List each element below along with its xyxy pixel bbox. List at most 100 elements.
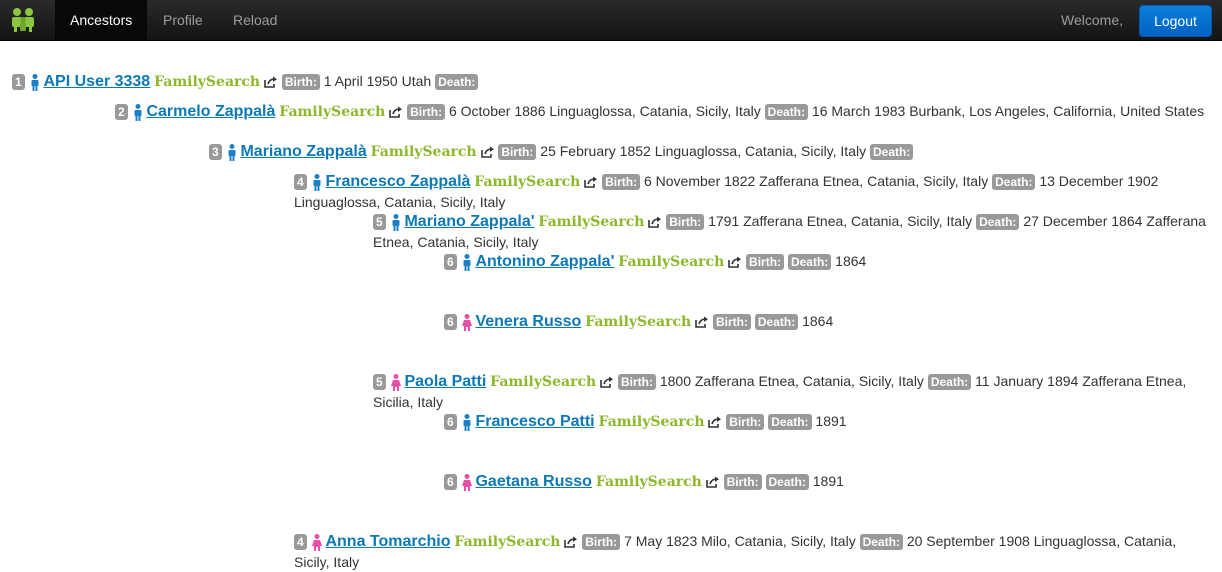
family-logo-icon[interactable] — [8, 6, 38, 32]
familysearch-link[interactable]: FamilySearch — [279, 104, 385, 120]
generation-badge: 4 — [294, 174, 307, 191]
generation-badge: 3 — [209, 144, 222, 161]
generation-badge: 1 — [12, 74, 25, 91]
death-label: Death: — [765, 474, 809, 491]
familysearch-link[interactable]: FamilySearch — [538, 214, 644, 230]
generation-badge: 4 — [294, 534, 307, 551]
birth-label: Birth: — [726, 414, 765, 431]
familysearch-link[interactable]: FamilySearch — [599, 414, 705, 430]
person-entry: 3 Mariano Zappalà FamilySearch Birth: 25… — [209, 141, 1215, 162]
death-info: 1891 — [812, 473, 844, 489]
death-label: Death: — [992, 174, 1036, 191]
external-link-icon[interactable] — [728, 256, 742, 269]
male-icon — [463, 253, 471, 271]
male-icon — [228, 143, 236, 161]
death-info: 1864 — [802, 313, 834, 329]
birth-info: 1 April 1950 Utah — [323, 73, 432, 89]
death-label: Death: — [870, 144, 914, 161]
birth-info: 6 October 1886 Linguaglossa, Catania, Si… — [448, 103, 761, 119]
external-link-icon[interactable] — [648, 216, 662, 229]
external-link-icon[interactable] — [600, 376, 614, 389]
person-entry: 1 API User 3338 FamilySearch Birth: 1 Ap… — [12, 71, 1215, 92]
male-icon — [392, 213, 400, 231]
person-name-link[interactable]: Mariano Zappala' — [404, 213, 534, 230]
person-name-link[interactable]: API User 3338 — [43, 73, 150, 90]
person-entry: 6 Antonino Zappala' FamilySearch Birth: … — [444, 251, 1215, 272]
birth-label: Birth: — [666, 214, 705, 231]
external-link-icon[interactable] — [695, 316, 709, 329]
death-info: 1891 — [815, 413, 847, 429]
familysearch-link[interactable]: FamilySearch — [154, 74, 260, 90]
male-icon — [31, 73, 39, 91]
death-label: Death: — [787, 254, 832, 271]
person-entry: 5 Paola Patti FamilySearch Birth: 1800 Z… — [373, 371, 1215, 412]
person-name-link[interactable]: Francesco Patti — [475, 413, 594, 430]
nav-reload[interactable]: Reload — [218, 0, 292, 40]
nav-ancestors[interactable]: Ancestors — [55, 0, 148, 40]
birth-label: Birth: — [498, 144, 537, 161]
person-entry: 6 Francesco Patti FamilySearch Birth: De… — [444, 411, 1215, 432]
female-icon — [390, 373, 401, 391]
familysearch-link[interactable]: FamilySearch — [585, 314, 691, 330]
familysearch-link[interactable]: FamilySearch — [474, 174, 580, 190]
birth-label: Birth: — [407, 104, 446, 121]
person-name-link[interactable]: Carmelo Zappalà — [146, 103, 275, 120]
death-info: 1864 — [835, 253, 867, 269]
death-label: Death: — [754, 314, 799, 331]
generation-badge: 6 — [444, 474, 457, 491]
person-name-link[interactable]: Francesco Zappalà — [325, 173, 470, 190]
person-name-link[interactable]: Anna Tomarchio — [325, 533, 450, 550]
external-link-icon[interactable] — [584, 176, 598, 189]
birth-info: 7 May 1823 Milo, Catania, Sicily, Italy — [624, 533, 856, 549]
birth-label: Birth: — [281, 74, 320, 91]
death-label: Death: — [764, 104, 809, 121]
familysearch-link[interactable]: FamilySearch — [618, 254, 724, 270]
female-icon — [461, 313, 472, 331]
death-info: 16 March 1983 Burbank, Los Angeles, Cali… — [811, 103, 1205, 119]
death-label: Death: — [976, 214, 1020, 231]
generation-badge: 2 — [115, 104, 128, 121]
birth-info: 25 February 1852 Linguaglossa, Catania, … — [540, 143, 867, 159]
birth-info: 6 November 1822 Zafferana Etnea, Catania… — [643, 173, 989, 189]
logout-button[interactable]: Logout — [1139, 5, 1212, 37]
nav-profile[interactable]: Profile — [148, 0, 218, 40]
person-entry: 4 Francesco Zappalà FamilySearch Birth: … — [294, 171, 1215, 212]
person-name-link[interactable]: Gaetana Russo — [475, 473, 591, 490]
person-entry: 4 Anna Tomarchio FamilySearch Birth: 7 M… — [294, 531, 1215, 572]
top-navbar: Ancestors Profile Reload Welcome, Logout — [0, 0, 1222, 41]
person-entry: 2 Carmelo Zappalà FamilySearch Birth: 6 … — [115, 101, 1215, 122]
death-label: Death: — [927, 374, 972, 391]
birth-label: Birth: — [723, 474, 762, 491]
familysearch-link[interactable]: FamilySearch — [454, 534, 560, 550]
birth-label: Birth: — [746, 254, 785, 271]
death-label: Death: — [859, 534, 903, 551]
person-name-link[interactable]: Mariano Zappalà — [240, 143, 366, 160]
familysearch-link[interactable]: FamilySearch — [490, 374, 596, 390]
generation-badge: 5 — [373, 214, 386, 231]
male-icon — [463, 413, 471, 431]
death-label: Death: — [768, 414, 812, 431]
welcome-text: Welcome, — [1061, 12, 1123, 28]
birth-label: Birth: — [602, 174, 641, 191]
death-label: Death: — [435, 74, 479, 91]
birth-info: 1791 Zafferana Etnea, Catania, Sicily, I… — [708, 213, 973, 229]
person-name-link[interactable]: Venera Russo — [475, 313, 581, 330]
person-name-link[interactable]: Paola Patti — [404, 373, 486, 390]
external-link-icon[interactable] — [564, 536, 578, 549]
external-link-icon[interactable] — [480, 146, 495, 159]
external-link-icon[interactable] — [389, 106, 403, 119]
birth-info: 1800 Zafferana Etnea, Catania, Sicily, I… — [659, 373, 924, 389]
external-link-icon[interactable] — [264, 76, 278, 89]
generation-badge: 6 — [444, 254, 457, 271]
generation-badge: 5 — [373, 374, 386, 391]
external-link-icon[interactable] — [705, 476, 720, 489]
familysearch-link[interactable]: FamilySearch — [371, 144, 477, 160]
male-icon — [134, 103, 142, 121]
birth-label: Birth: — [617, 374, 656, 391]
external-link-icon[interactable] — [708, 416, 722, 429]
female-icon — [461, 473, 472, 491]
person-name-link[interactable]: Antonino Zappala' — [475, 253, 614, 270]
familysearch-link[interactable]: FamilySearch — [596, 474, 702, 490]
birth-label: Birth: — [582, 534, 621, 551]
male-icon — [313, 173, 321, 191]
